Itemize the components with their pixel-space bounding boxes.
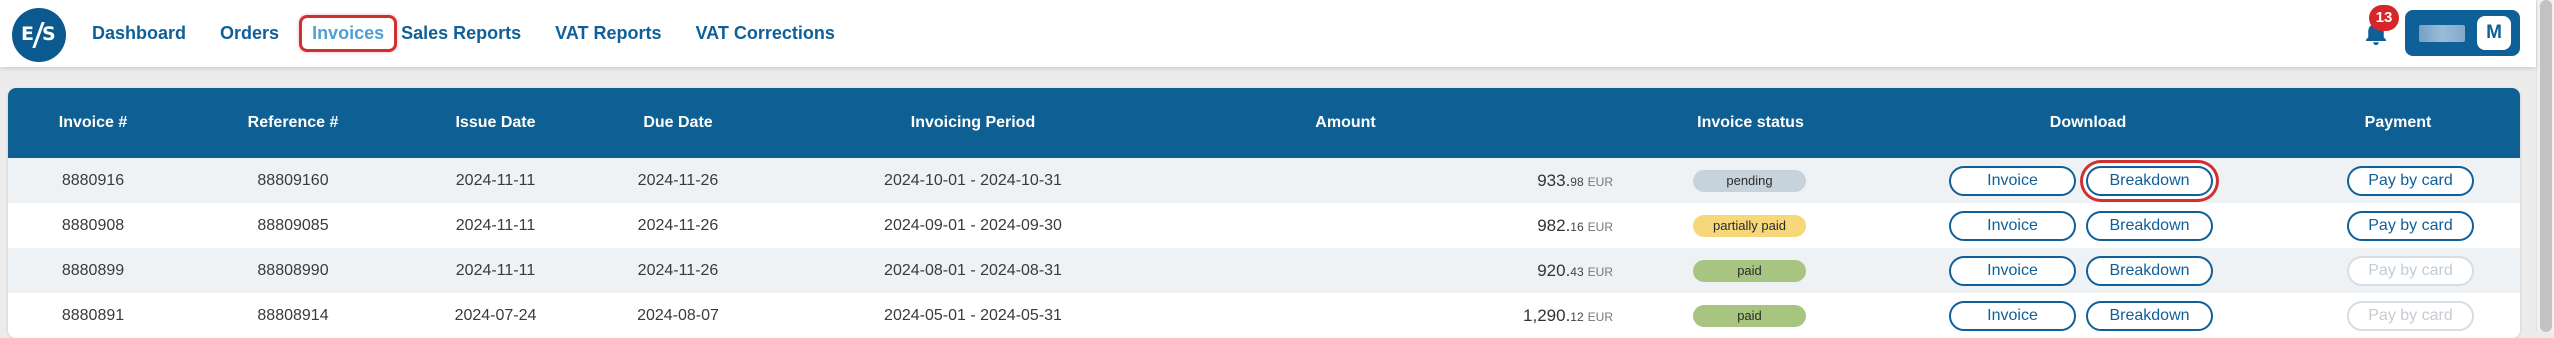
status-badge: paid: [1693, 260, 1806, 282]
download-invoice-button[interactable]: Invoice: [1949, 256, 2076, 286]
invoicing-period: 2024-05-01 - 2024-05-31: [884, 307, 1062, 324]
notification-count-badge: 13: [2369, 5, 2399, 31]
status-badge: pending: [1693, 170, 1806, 192]
amount-main: 1,290.: [1523, 306, 1571, 325]
amount-currency: EUR: [1587, 265, 1613, 279]
table-row: 8880916 88809160 2024-11-11 2024-11-26 2…: [8, 158, 2520, 203]
logo-letter-s: S: [42, 23, 56, 45]
invoice-number: 8880891: [61, 307, 125, 324]
top-navigation-bar: E S Dashboard Orders Invoices Sales Repo…: [0, 0, 2536, 67]
amount-cents: 98: [1570, 175, 1584, 189]
amount-main: 933.: [1537, 171, 1571, 190]
user-avatar: M: [2477, 16, 2511, 50]
amount: 933.98 EUR: [1173, 158, 1613, 203]
amount-currency: EUR: [1587, 175, 1613, 189]
header-download: Download: [2049, 114, 2127, 131]
header-invoice-number: Invoice #: [58, 114, 128, 131]
nav-vat-reports[interactable]: VAT Reports: [549, 17, 667, 50]
download-breakdown-button[interactable]: Breakdown: [2086, 256, 2213, 286]
issue-date: 2024-11-11: [455, 217, 536, 234]
amount-cents: 43: [1570, 265, 1584, 279]
issue-date: 2024-11-11: [455, 262, 536, 279]
header-reference-number: Reference #: [247, 114, 339, 131]
amount: 1,290.12 EUR: [1173, 293, 1613, 338]
due-date: 2024-11-26: [637, 217, 719, 234]
reference-number: 88808914: [257, 307, 329, 324]
download-invoice-button[interactable]: Invoice: [1949, 301, 2076, 331]
nav-dashboard[interactable]: Dashboard: [86, 17, 192, 50]
table-header: Invoice # Reference # Issue Date Due Dat…: [8, 88, 2520, 158]
nav-orders[interactable]: Orders: [214, 17, 285, 50]
table-row: 8880908 88809085 2024-11-11 2024-11-26 2…: [8, 203, 2520, 248]
user-menu-button[interactable]: M: [2405, 10, 2520, 56]
header-due-date: Due Date: [643, 114, 713, 131]
invoice-number: 8880899: [61, 262, 125, 279]
due-date: 2024-08-07: [637, 307, 719, 324]
due-date: 2024-11-26: [637, 172, 719, 189]
app-logo[interactable]: E S: [12, 8, 66, 62]
amount-cents: 16: [1570, 220, 1584, 234]
pay-by-card-button[interactable]: Pay by card: [2347, 211, 2474, 241]
issue-date: 2024-11-11: [455, 172, 536, 189]
scrollbar-thumb[interactable]: [2540, 0, 2552, 332]
pay-by-card-button-disabled: Pay by card: [2347, 301, 2474, 331]
download-breakdown-button[interactable]: Breakdown: [2086, 211, 2213, 241]
header-invoice-status: Invoice status: [1697, 114, 1804, 131]
logo-letter-e: E: [21, 23, 34, 45]
page-scrollbar[interactable]: [2536, 0, 2554, 332]
invoice-number: 8880908: [61, 217, 125, 234]
user-name-redacted: [2419, 25, 2465, 42]
download-breakdown-button[interactable]: Breakdown: [2086, 301, 2213, 331]
amount-cents: 12: [1570, 310, 1584, 324]
nav-sales-reports[interactable]: Sales Reports: [395, 17, 527, 50]
status-badge: partially paid: [1693, 215, 1806, 237]
reference-number: 88809160: [257, 172, 329, 189]
invoicing-period: 2024-08-01 - 2024-08-31: [884, 262, 1062, 279]
amount-currency: EUR: [1587, 310, 1613, 324]
header-invoicing-period: Invoicing Period: [910, 114, 1036, 131]
table-row: 8880891 88808914 2024-07-24 2024-08-07 2…: [8, 293, 2520, 338]
amount-main: 920.: [1537, 261, 1571, 280]
nav-invoices[interactable]: Invoices: [299, 15, 398, 52]
header-issue-date: Issue Date: [455, 114, 536, 131]
header-payment: Payment: [2364, 114, 2432, 131]
invoicing-period: 2024-09-01 - 2024-09-30: [884, 217, 1062, 234]
amount-main: 982.: [1537, 216, 1571, 235]
download-invoice-button[interactable]: Invoice: [1949, 166, 2076, 196]
pay-by-card-button-disabled: Pay by card: [2347, 256, 2474, 286]
reference-number: 88808990: [257, 262, 329, 279]
invoice-number: 8880916: [61, 172, 125, 189]
invoicing-period: 2024-10-01 - 2024-10-31: [884, 172, 1062, 189]
header-amount: Amount: [1315, 114, 1376, 131]
amount-currency: EUR: [1587, 220, 1613, 234]
download-breakdown-button[interactable]: Breakdown: [2086, 166, 2213, 196]
invoices-table-card: Invoice # Reference # Issue Date Due Dat…: [8, 88, 2520, 338]
amount: 982.16 EUR: [1173, 203, 1613, 248]
pay-by-card-button[interactable]: Pay by card: [2347, 166, 2474, 196]
nav-vat-corrections[interactable]: VAT Corrections: [690, 17, 841, 50]
reference-number: 88809085: [257, 217, 329, 234]
amount: 920.43 EUR: [1173, 248, 1613, 293]
due-date: 2024-11-26: [637, 262, 719, 279]
table-row: 8880899 88808990 2024-11-11 2024-11-26 2…: [8, 248, 2520, 293]
status-badge: paid: [1693, 305, 1806, 327]
main-nav: Dashboard Orders Invoices Sales Reports …: [86, 0, 863, 67]
issue-date: 2024-07-24: [454, 307, 537, 324]
download-invoice-button[interactable]: Invoice: [1949, 211, 2076, 241]
